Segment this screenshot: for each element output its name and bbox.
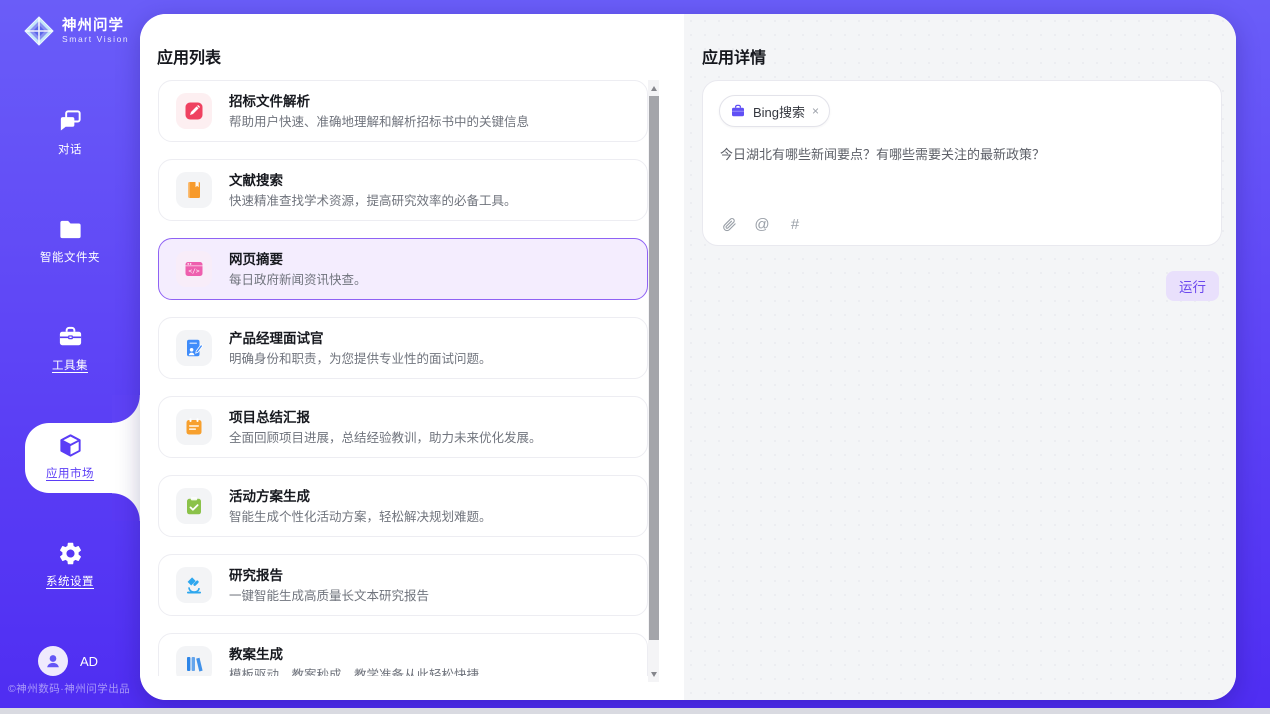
- chat-icon: [57, 108, 84, 135]
- app-detail-panel: 应用详情 Bing搜索 × 今日湖北有哪些新闻要点？有哪些需要关注的最新政策？: [684, 14, 1236, 700]
- user-icon: [43, 651, 63, 671]
- sidebar-item-app-market[interactable]: 应用市场: [0, 432, 140, 482]
- run-button[interactable]: 运行: [1166, 271, 1219, 301]
- app-name: 招标文件解析: [229, 94, 529, 109]
- input-toolbar: @ #: [720, 215, 804, 233]
- app-description: 明确身份和职责，为您提供专业性的面试问题。: [229, 352, 492, 366]
- app-list-title: 应用列表: [157, 44, 221, 68]
- gem-logo-icon: [24, 16, 54, 46]
- app-card-web-summary[interactable]: </> 网页摘要 每日政府新闻资讯快查。: [158, 238, 648, 300]
- folder-icon: [57, 216, 84, 243]
- close-icon[interactable]: ×: [812, 105, 819, 117]
- app-name: 教案生成: [229, 647, 479, 662]
- tool-chip-label: Bing搜索: [753, 102, 805, 121]
- app-detail-title: 应用详情: [702, 44, 766, 68]
- app-description: 帮助用户快速、准确地理解和解析招标书中的关键信息: [229, 115, 529, 129]
- app-description: 一键智能生成高质量长文本研究报告: [229, 589, 429, 603]
- app-description: 快速精准查找学术资源，提高研究效率的必备工具。: [229, 194, 517, 208]
- user-row[interactable]: AD: [0, 646, 140, 676]
- hash-icon[interactable]: #: [786, 215, 804, 233]
- app-card-research-report[interactable]: 研究报告 一键智能生成高质量长文本研究报告: [158, 554, 648, 616]
- brand-subtitle: Smart Vision: [62, 34, 129, 44]
- app-description: 全面回顾项目进展，总结经验教训，助力未来优化发展。: [229, 431, 542, 445]
- tool-chip-bing-search[interactable]: Bing搜索 ×: [719, 95, 830, 127]
- app-card-lesson-plan[interactable]: 教案生成 模板驱动，教案秒成，教学准备从此轻松快捷: [158, 633, 648, 676]
- browser-code-icon: </>: [176, 251, 212, 287]
- app-name: 网页摘要: [229, 252, 367, 267]
- clipboard-check-icon: [176, 488, 212, 524]
- scroll-down-arrow[interactable]: [648, 668, 659, 680]
- scroll-up-arrow[interactable]: [648, 82, 659, 94]
- sidebar-item-smart-folder[interactable]: 智能文件夹: [0, 216, 140, 266]
- app-list: 招标文件解析 帮助用户快速、准确地理解和解析招标书中的关键信息 文献搜索 快速精…: [158, 80, 648, 676]
- books-icon: [176, 646, 212, 676]
- book-icon: [176, 172, 212, 208]
- app-description: 每日政府新闻资讯快查。: [229, 273, 367, 287]
- sidebar: 神州问学 Smart Vision 对话 智能文件夹 工具集 应用市场 系统设置: [0, 0, 140, 714]
- prompt-input[interactable]: 今日湖北有哪些新闻要点？有哪些需要关注的最新政策？: [720, 145, 1201, 164]
- gear-icon: [57, 540, 84, 567]
- sidebar-item-toolset[interactable]: 工具集: [0, 324, 140, 374]
- prompt-card: Bing搜索 × 今日湖北有哪些新闻要点？有哪些需要关注的最新政策？ @ #: [702, 80, 1222, 246]
- app-card-literature-search[interactable]: 文献搜索 快速精准查找学术资源，提高研究效率的必备工具。: [158, 159, 648, 221]
- user-initials: AD: [80, 654, 98, 669]
- report-note-icon: [176, 409, 212, 445]
- edit-doc-icon: [176, 93, 212, 129]
- interviewer-icon: [176, 330, 212, 366]
- app-description: 模板驱动，教案秒成，教学准备从此轻松快捷: [229, 668, 479, 677]
- sidebar-footer: ©神州数码·神州问学出品: [8, 681, 130, 696]
- app-card-project-summary[interactable]: 项目总结汇报 全面回顾项目进展，总结经验教训，助力未来优化发展。: [158, 396, 648, 458]
- app-name: 研究报告: [229, 568, 429, 583]
- brand-name: 神州问学: [62, 18, 129, 34]
- app-card-pm-interviewer[interactable]: 产品经理面试官 明确身份和职责，为您提供专业性的面试问题。: [158, 317, 648, 379]
- brand-logo: 神州问学 Smart Vision: [0, 0, 140, 46]
- app-name: 活动方案生成: [229, 489, 492, 504]
- screen-bottom-edge: [0, 708, 1270, 714]
- app-name: 文献搜索: [229, 173, 517, 188]
- paperclip-icon[interactable]: [720, 215, 738, 233]
- app-card-tender-analysis[interactable]: 招标文件解析 帮助用户快速、准确地理解和解析招标书中的关键信息: [158, 80, 648, 142]
- briefcase-icon: [730, 103, 746, 119]
- research-icon: [176, 567, 212, 603]
- sidebar-item-settings[interactable]: 系统设置: [0, 540, 140, 590]
- sidebar-item-chat[interactable]: 对话: [0, 108, 140, 158]
- app-card-event-plan[interactable]: 活动方案生成 智能生成个性化活动方案，轻松解决规划难题。: [158, 475, 648, 537]
- scrollbar: [648, 80, 659, 682]
- app-name: 项目总结汇报: [229, 410, 542, 425]
- mention-icon[interactable]: @: [753, 215, 771, 233]
- cube-icon: [57, 432, 84, 459]
- svg-text:</>: </>: [188, 268, 199, 275]
- main-content: 应用列表 招标文件解析 帮助用户快速、准确地理解和解析招标书中的关键信息 文献搜…: [140, 14, 1236, 700]
- app-name: 产品经理面试官: [229, 331, 492, 346]
- avatar[interactable]: [38, 646, 68, 676]
- toolbox-icon: [57, 324, 84, 351]
- app-list-panel: 应用列表 招标文件解析 帮助用户快速、准确地理解和解析招标书中的关键信息 文献搜…: [140, 14, 684, 700]
- app-description: 智能生成个性化活动方案，轻松解决规划难题。: [229, 510, 492, 524]
- sidebar-nav: 对话 智能文件夹 工具集 应用市场 系统设置: [0, 108, 140, 648]
- scrollbar-thumb[interactable]: [649, 96, 659, 640]
